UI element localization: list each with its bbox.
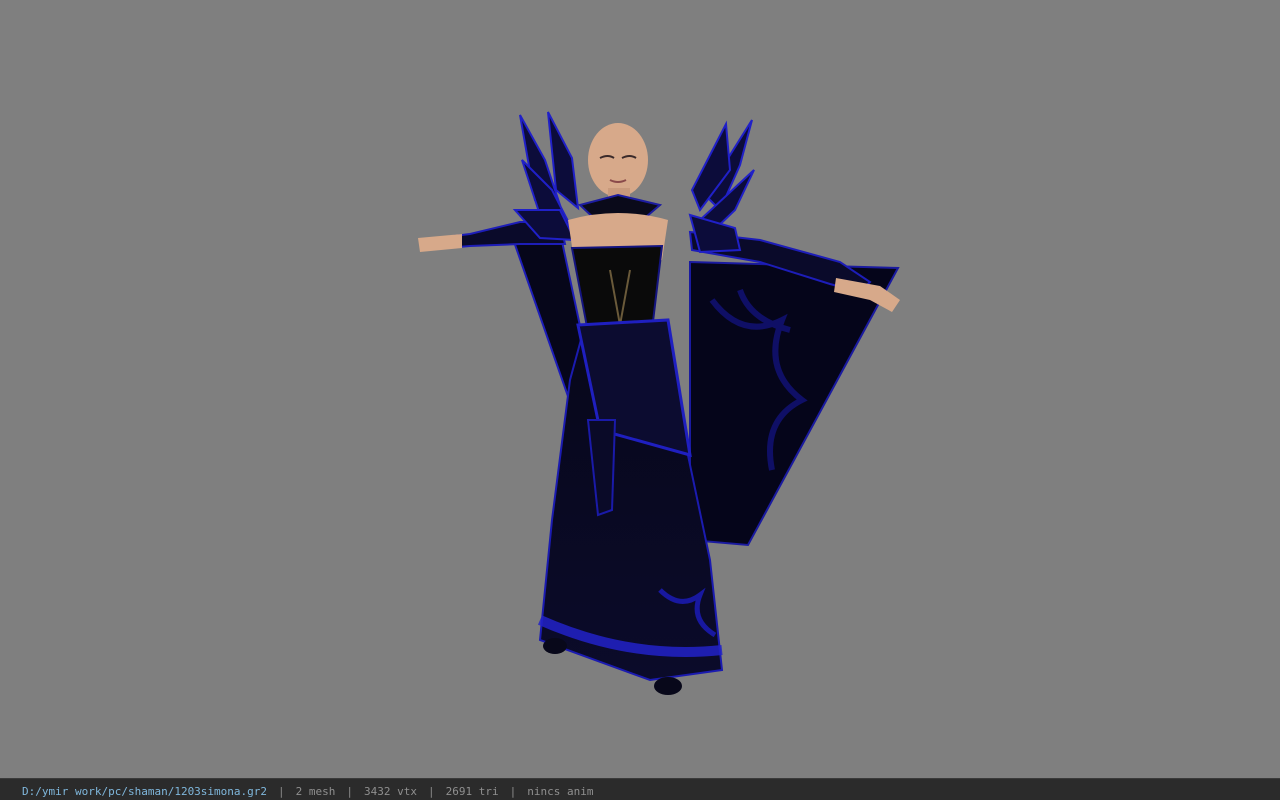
model-viewport[interactable] bbox=[0, 0, 1280, 778]
bodice bbox=[570, 244, 664, 334]
separator: | bbox=[509, 785, 517, 798]
hand-left bbox=[418, 234, 462, 252]
separator: | bbox=[278, 785, 285, 798]
character-model bbox=[418, 111, 900, 695]
triangle-count-label: 2691 tri bbox=[445, 785, 499, 798]
foot-left bbox=[543, 638, 567, 654]
file-path-label: D:/ymir work/pc/shaman/1203simona.gr2 bbox=[22, 785, 268, 798]
foot-right bbox=[654, 677, 682, 695]
shoulder-spikes-right bbox=[688, 119, 755, 254]
animation-status-label: nincs anim bbox=[527, 785, 594, 798]
head bbox=[588, 123, 648, 197]
vertex-count-label: 3432 vtx bbox=[364, 785, 418, 798]
status-bar: D:/ymir work/pc/shaman/1203simona.gr2 | … bbox=[0, 778, 1280, 800]
separator: | bbox=[346, 785, 354, 798]
separator: | bbox=[428, 785, 435, 798]
mesh-count-label: 2 mesh bbox=[295, 785, 336, 798]
